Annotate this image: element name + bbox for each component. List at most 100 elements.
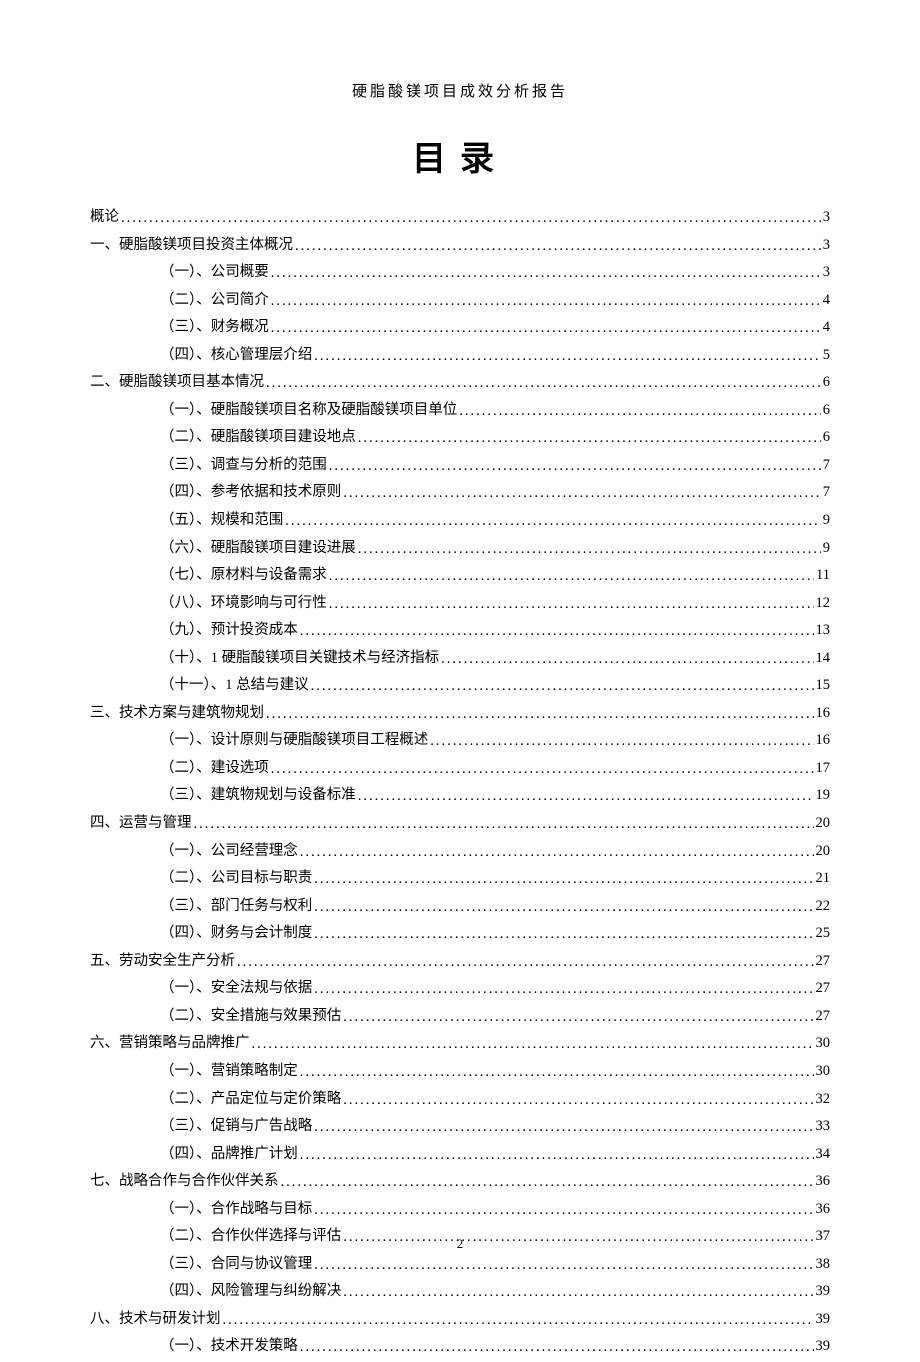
toc-leader-dots [271, 315, 821, 343]
toc-entry[interactable]: （三）、调查与分析的范围7 [90, 452, 830, 480]
toc-entry-title: （四）、参考依据和技术原则 [160, 479, 341, 507]
toc-entry-title: （三）、合同与协议管理 [160, 1251, 312, 1279]
toc-entry-page: 27 [816, 975, 831, 1003]
toc-entry[interactable]: 三、技术方案与建筑物规划16 [90, 700, 830, 728]
toc-entry[interactable]: 概论3 [90, 204, 830, 232]
toc-entry[interactable]: （二）、产品定位与定价策略32 [90, 1086, 830, 1114]
toc-entry[interactable]: 五、劳动安全生产分析 27 [90, 948, 830, 976]
toc-entry[interactable]: （二）、安全措施与效果预估27 [90, 1003, 830, 1031]
toc-entry[interactable]: （四）、财务与会计制度 25 [90, 920, 830, 948]
toc-leader-dots [300, 839, 814, 867]
toc-leader-dots [285, 508, 821, 536]
toc-entry-page: 20 [816, 838, 831, 866]
toc-leader-dots [314, 1114, 813, 1142]
toc-entry[interactable]: （五）、规模和范围9 [90, 507, 830, 535]
toc-entry[interactable]: （二）、硬脂酸镁项目建设地点6 [90, 424, 830, 452]
toc-entry-title: 一、硬脂酸镁项目投资主体概况 [90, 232, 293, 260]
toc-entry-page: 17 [816, 755, 831, 783]
toc-entry-title: （一）、营销策略制定 [160, 1058, 298, 1086]
toc-leader-dots [295, 233, 821, 261]
toc-entry-title: 四、运营与管理 [90, 810, 192, 838]
toc-leader-dots [194, 811, 814, 839]
toc-leader-dots [459, 398, 821, 426]
toc-entry-title: （四）、财务与会计制度 [160, 920, 312, 948]
toc-entry[interactable]: （二）、公司简介 4 [90, 287, 830, 315]
toc-entry-title: （十一）、1 总结与建议 [160, 672, 309, 700]
toc-entry-page: 3 [823, 232, 830, 260]
toc-entry-page: 30 [816, 1058, 831, 1086]
toc-entry[interactable]: （三）、促销与广告战略33 [90, 1113, 830, 1141]
page-number: 2 [0, 1236, 920, 1252]
toc-entry[interactable]: （四）、参考依据和技术原则7 [90, 479, 830, 507]
toc-entry-title: （一）、设计原则与硬脂酸镁项目工程概述 [160, 727, 428, 755]
toc-entry-title: （三）、调查与分析的范围 [160, 452, 327, 480]
toc-entry[interactable]: （十一）、1 总结与建议 15 [90, 672, 830, 700]
toc-entry-title: 八、技术与研发计划 [90, 1306, 221, 1334]
toc-leader-dots [237, 949, 814, 977]
toc-entry-page: 33 [816, 1113, 831, 1141]
toc-entry-page: 16 [816, 727, 831, 755]
toc-entry[interactable]: （一）、安全法规与依据27 [90, 975, 830, 1003]
toc-leader-dots [329, 591, 814, 619]
toc-entry[interactable]: 六、营销策略与品牌推广30 [90, 1030, 830, 1058]
toc-entry[interactable]: 八、技术与研发计划39 [90, 1306, 830, 1334]
toc-entry[interactable]: 一、硬脂酸镁项目投资主体概况 3 [90, 232, 830, 260]
toc-entry-title: 五、劳动安全生产分析 [90, 948, 235, 976]
toc-entry-page: 4 [823, 287, 830, 315]
toc-entry[interactable]: （二）、建设选项 17 [90, 755, 830, 783]
toc-entry[interactable]: （八）、环境影响与可行性12 [90, 590, 830, 618]
toc-entry[interactable]: 四、运营与管理20 [90, 810, 830, 838]
toc-entry-page: 4 [823, 314, 830, 342]
toc-entry-page: 6 [823, 369, 830, 397]
toc-entry-title: 二、硬脂酸镁项目基本情况 [90, 369, 264, 397]
toc-entry[interactable]: （三）、建筑物规划与设备标准19 [90, 782, 830, 810]
toc-entry[interactable]: （一）、技术开发策略39 [90, 1333, 830, 1361]
toc-leader-dots [314, 894, 813, 922]
toc-entry-title: （一）、公司经营理念 [160, 838, 298, 866]
toc-leader-dots [300, 1334, 814, 1362]
toc-entry[interactable]: （一）、营销策略制定 30 [90, 1058, 830, 1086]
toc-entry[interactable]: （一）、设计原则与硬脂酸镁项目工程概述 16 [90, 727, 830, 755]
toc-entry-page: 38 [816, 1251, 831, 1279]
toc-entry-page: 27 [816, 948, 831, 976]
toc-entry[interactable]: （一）、公司概要3 [90, 259, 830, 287]
toc-entry-title: （二）、公司简介 [160, 287, 269, 315]
toc-entry-title: 三、技术方案与建筑物规划 [90, 700, 264, 728]
toc-entry-title: （二）、产品定位与定价策略 [160, 1086, 341, 1114]
toc-entry-page: 25 [816, 920, 831, 948]
toc-entry-title: （十）、1 硬脂酸镁项目关键技术与经济指标 [160, 645, 439, 673]
toc-entry[interactable]: （一）、公司经营理念 20 [90, 838, 830, 866]
toc-entry[interactable]: 二、硬脂酸镁项目基本情况 6 [90, 369, 830, 397]
toc-entry-title: （六）、硬脂酸镁项目建设进展 [160, 535, 356, 563]
toc-entry-title: （二）、建设选项 [160, 755, 269, 783]
toc-entry[interactable]: 七、战略合作与合作伙伴关系36 [90, 1168, 830, 1196]
toc-entry-page: 14 [816, 645, 831, 673]
toc-entry-page: 15 [816, 672, 831, 700]
toc-entry[interactable]: （四）、核心管理层介绍5 [90, 342, 830, 370]
toc-leader-dots [300, 1142, 814, 1170]
toc-entry-title: （四）、核心管理层介绍 [160, 342, 312, 370]
toc-leader-dots [441, 646, 813, 674]
toc-entry[interactable]: （一）、合作战略与目标36 [90, 1196, 830, 1224]
toc-entry[interactable]: （三）、合同与协议管理 38 [90, 1251, 830, 1279]
toc-entry[interactable]: （六）、硬脂酸镁项目建设进展9 [90, 535, 830, 563]
toc-entry[interactable]: （三）、部门任务与权利22 [90, 893, 830, 921]
toc-entry[interactable]: （一）、硬脂酸镁项目名称及硬脂酸镁项目单位6 [90, 397, 830, 425]
toc-entry-title: （九）、预计投资成本 [160, 617, 298, 645]
document-header: 硬脂酸镁项目成效分析报告 [90, 80, 830, 101]
toc-entry-title: （一）、合作战略与目标 [160, 1196, 312, 1224]
toc-entry[interactable]: （二）、公司目标与职责21 [90, 865, 830, 893]
toc-entry-page: 22 [816, 893, 831, 921]
toc-entry[interactable]: （四）、品牌推广计划34 [90, 1141, 830, 1169]
toc-entry-title: 七、战略合作与合作伙伴关系 [90, 1168, 279, 1196]
toc-title: 目录 [90, 131, 830, 180]
toc-leader-dots [281, 1169, 814, 1197]
toc-entry[interactable]: （九）、预计投资成本13 [90, 617, 830, 645]
toc-entry-title: 概论 [90, 204, 119, 232]
toc-leader-dots [121, 205, 821, 233]
toc-entry-title: （二）、安全措施与效果预估 [160, 1003, 341, 1031]
toc-entry[interactable]: （十）、1 硬脂酸镁项目关键技术与经济指标 14 [90, 645, 830, 673]
toc-entry[interactable]: （三）、财务概况4 [90, 314, 830, 342]
toc-entry-page: 6 [823, 424, 830, 452]
toc-entry[interactable]: （七）、原材料与设备需求11 [90, 562, 830, 590]
